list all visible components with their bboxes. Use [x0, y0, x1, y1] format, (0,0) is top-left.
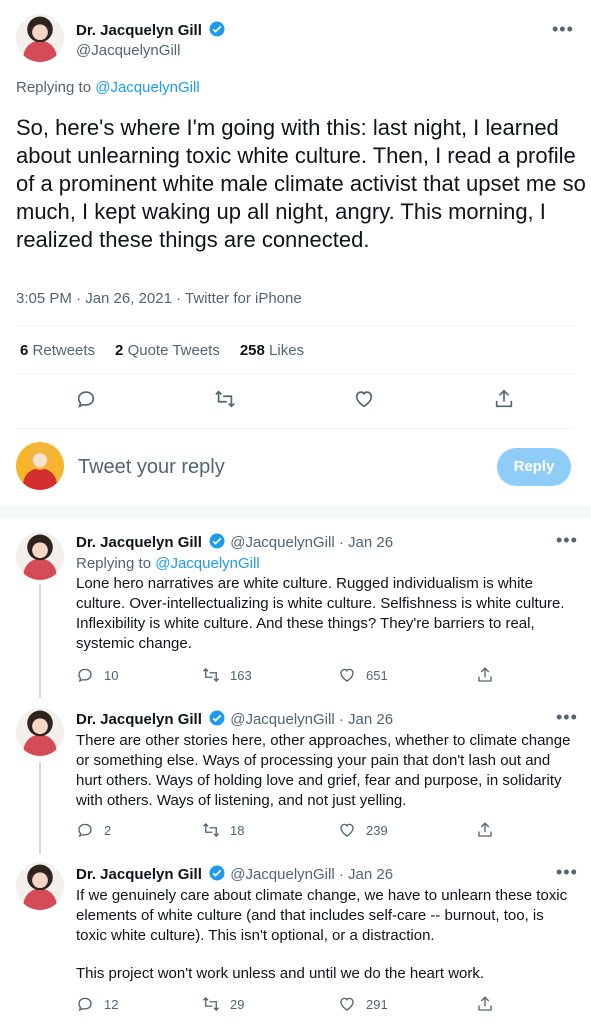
avatar[interactable] [16, 532, 64, 580]
more-options-icon[interactable]: ••• [556, 708, 578, 726]
more-options-icon[interactable]: ••• [556, 863, 578, 881]
reply-text: Lone hero narratives are white culture. … [76, 575, 565, 652]
thread-line [39, 762, 41, 854]
reply-text: There are other stories here, other appr… [76, 732, 571, 809]
reply-button[interactable]: Reply [497, 448, 571, 486]
verified-badge-icon [209, 710, 225, 726]
tweet-stats: 6 Retweets 2 Quote Tweets 258 Likes [20, 342, 304, 359]
reply-actions: 2 18 239 [76, 821, 496, 841]
divider [16, 326, 574, 327]
tweet-meta[interactable]: 3:05 PM · Jan 26, 2021 · Twitter for iPh… [16, 290, 302, 307]
author-name[interactable]: Dr. Jacquelyn Gill [76, 22, 202, 39]
reply-header: Dr. Jacquelyn Gill @JacquelynGill · Jan … [76, 864, 393, 883]
reply-icon[interactable] [75, 388, 97, 410]
tweet-actions [0, 388, 591, 414]
composer-avatar [16, 442, 64, 490]
like-count: 651 [366, 667, 388, 683]
retweet-icon[interactable]: 163 [202, 666, 252, 684]
retweet-icon[interactable] [214, 388, 236, 410]
section-separator [0, 506, 591, 518]
avatar[interactable] [16, 862, 64, 910]
retweet-count: 29 [230, 996, 245, 1012]
author-name[interactable]: Dr. Jacquelyn Gill [76, 711, 202, 728]
reply-icon[interactable]: 2 [76, 821, 111, 839]
more-options-icon[interactable]: ••• [552, 20, 574, 38]
reply-text-paragraph-2: This project won't work unless and until… [76, 965, 485, 982]
reply-header: Dr. Jacquelyn Gill @JacquelynGill · Jan … [76, 709, 393, 728]
replying-to: Replying to @JacquelynGill [76, 555, 260, 572]
avatar[interactable] [16, 14, 64, 62]
divider [16, 374, 574, 375]
reply-count: 10 [104, 667, 119, 683]
more-options-icon[interactable]: ••• [556, 531, 578, 549]
share-icon[interactable] [476, 995, 494, 1013]
retweet-count: 163 [230, 667, 252, 683]
retweet-icon[interactable]: 29 [202, 995, 244, 1013]
retweet-icon[interactable]: 18 [202, 821, 244, 839]
reply-text: If we genuinely care about climate chang… [76, 887, 568, 944]
reply-icon[interactable]: 10 [76, 666, 118, 684]
reply-header: Dr. Jacquelyn Gill @JacquelynGill · Jan … [76, 532, 393, 551]
retweets-stat[interactable]: 6 Retweets [20, 342, 95, 359]
replying-to-link[interactable]: @JacquelynGill [95, 79, 199, 96]
reply-input[interactable]: Tweet your reply [78, 455, 225, 479]
heart-icon[interactable]: 291 [338, 995, 388, 1013]
reply-count: 2 [104, 822, 112, 838]
quote-tweets-stat[interactable]: 2 Quote Tweets [115, 342, 220, 359]
heart-icon[interactable]: 651 [338, 666, 388, 684]
tweet-text: So, here's where I'm going with this: la… [16, 115, 586, 252]
verified-badge-icon [209, 21, 225, 37]
retweet-count: 18 [230, 822, 245, 838]
author-handle[interactable]: @JacquelynGill [76, 42, 226, 59]
likes-stat[interactable]: 258 Likes [240, 342, 304, 359]
verified-badge-icon [209, 533, 225, 549]
like-count: 239 [366, 822, 388, 838]
tweet-date[interactable]: · Jan 26 [339, 711, 393, 728]
verified-badge-icon [209, 865, 225, 881]
author-handle[interactable]: @JacquelynGill [230, 534, 334, 551]
tweet-date[interactable]: · Jan 26 [339, 534, 393, 551]
tweet-date[interactable]: · Jan 26 [339, 866, 393, 883]
reply-actions: 10 163 651 [76, 666, 496, 686]
replying-to-link[interactable]: @JacquelynGill [155, 555, 259, 572]
thread-line [39, 584, 41, 698]
share-icon[interactable] [476, 666, 494, 684]
reply-icon[interactable]: 12 [76, 995, 118, 1013]
share-icon[interactable] [476, 821, 494, 839]
like-count: 291 [366, 996, 388, 1012]
divider [16, 428, 574, 429]
author-info: Dr. Jacquelyn Gill @JacquelynGill [76, 20, 226, 59]
heart-icon[interactable]: 239 [338, 821, 388, 839]
reply-actions: 12 29 291 [76, 995, 496, 1015]
reply-count: 12 [104, 996, 119, 1012]
avatar[interactable] [16, 708, 64, 756]
author-name[interactable]: Dr. Jacquelyn Gill [76, 534, 202, 551]
replying-to: Replying to @JacquelynGill [16, 79, 200, 96]
author-handle[interactable]: @JacquelynGill [230, 866, 334, 883]
author-handle[interactable]: @JacquelynGill [230, 711, 334, 728]
heart-icon[interactable] [353, 388, 375, 410]
share-icon[interactable] [493, 388, 515, 410]
author-name[interactable]: Dr. Jacquelyn Gill [76, 866, 202, 883]
